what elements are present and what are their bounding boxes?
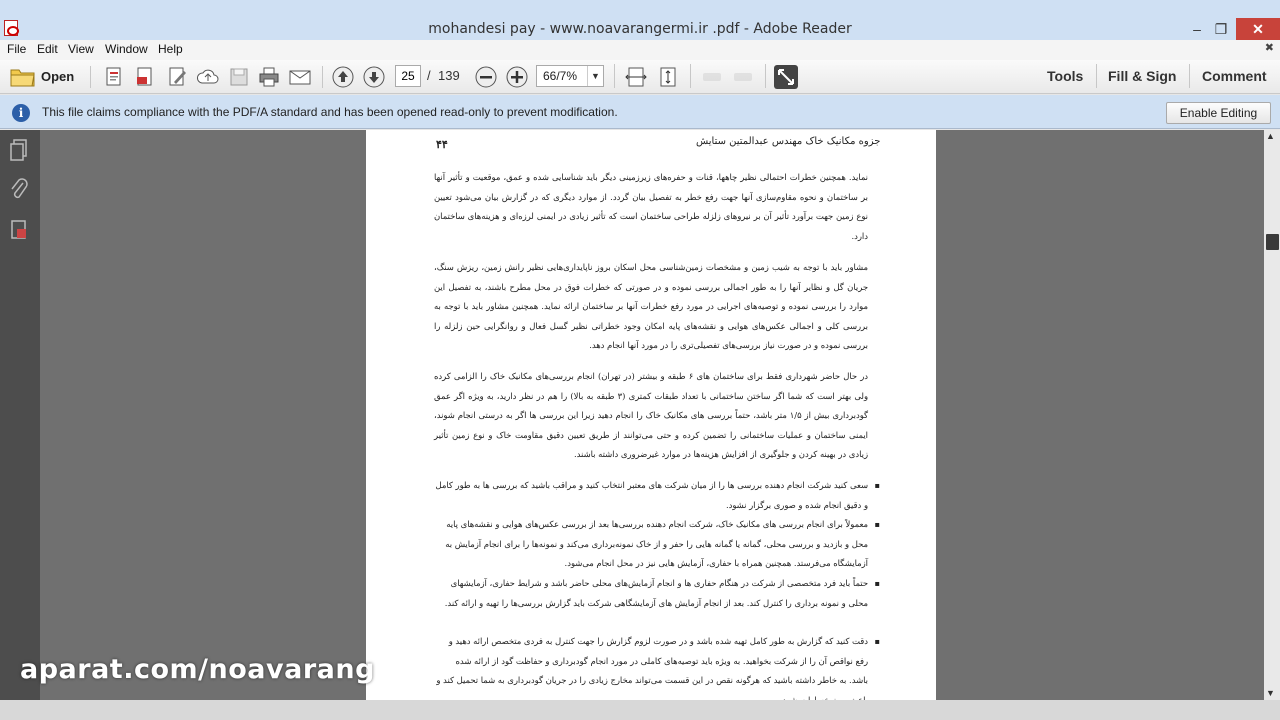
read-only-info-bar: i This file claims compliance with the P… [0,95,1280,129]
close-button[interactable]: ✕ [1236,18,1280,40]
info-icon: i [12,104,30,122]
enable-editing-button[interactable]: Enable Editing [1166,102,1271,124]
scrolling-mode-button[interactable] [624,65,648,89]
menu-help[interactable]: Help [158,42,183,56]
print-button[interactable] [257,65,281,89]
zoom-value: 66/7% [543,69,578,83]
info-message: This file claims compliance with the PDF… [42,105,618,119]
full-screen-button[interactable] [774,65,798,89]
scroll-down-arrow[interactable]: ▼ [1266,688,1275,698]
save-icon [230,68,248,86]
fit-page-icon [660,67,676,87]
open-label: Open [41,69,75,84]
toolbar-separator [690,64,691,88]
bullet-item: حتماً باید فرد متخصصی از شرکت در هنگام ح… [434,574,880,613]
arrow-up-circle-icon [332,66,354,88]
expand-icon [778,69,794,85]
page-number-input[interactable]: 25 [395,65,421,87]
minimize-button[interactable]: – [1186,18,1208,40]
window-title: mohandesi pay - www.noavarangermi.ir .pd… [428,21,852,37]
paperclip-icon [11,178,28,199]
cloud-upload-icon [196,69,219,84]
edit-pdf-button[interactable] [165,65,189,89]
paragraph: نماید. همچنین خطرات احتمالی نظیر چاهها، … [434,172,868,241]
chevron-down-icon[interactable]: ▼ [587,66,603,86]
menu-bar: File Edit View Window Help ✖ [0,40,1280,60]
stamp-icon [734,73,752,81]
toolbar-separator [1096,64,1097,88]
toolbar-separator [765,64,766,88]
pdf-page: جزوه مکانیک خاک مهندس عبدالمتین ستایش ۴۴… [366,130,936,700]
arrow-down-circle-icon [363,66,385,88]
navigation-pane [0,130,40,700]
menu-file[interactable]: File [7,42,26,56]
page-separator: / [427,68,431,83]
scroll-up-arrow[interactable]: ▲ [1266,131,1275,141]
envelope-icon [289,70,311,85]
zoom-out-button[interactable] [474,65,498,89]
scrollbar-thumb[interactable] [1266,234,1279,251]
document-view[interactable]: جزوه مکانیک خاک مهندس عبدالمتین ستایش ۴۴… [40,130,1264,700]
zoom-out-icon [475,66,497,88]
page-total: 139 [438,68,460,83]
edit-pdf-icon [169,67,186,86]
attachments-button[interactable] [8,178,30,202]
bottom-strip [0,700,1280,720]
bullet-item: دقت کنید که گزارش به طور کامل تهیه شده ب… [434,632,880,700]
email-button[interactable] [288,65,312,89]
zoom-in-icon [506,66,528,88]
vertical-scrollbar[interactable] [1264,130,1280,700]
close-document-icon[interactable]: ✖ [1265,41,1274,54]
maximize-button[interactable]: ❐ [1210,18,1232,40]
upload-cloud-button[interactable] [196,65,220,89]
page-header: جزوه مکانیک خاک مهندس عبدالمتین ستایش [696,136,881,147]
page-thumbnails-button[interactable] [8,138,30,162]
export-pdf-icon [137,67,152,86]
watermark-text: aparat.com/noavarang [20,654,375,685]
signatures-button[interactable] [8,218,30,242]
next-page-button[interactable] [362,65,386,89]
tools-pane-button[interactable]: Tools [1047,68,1083,84]
bullet-item: معمولاً برای انجام بررسی های مکانیک خاک،… [434,515,880,574]
signature-icon [11,220,26,239]
toolbar-separator [322,66,323,88]
menu-window[interactable]: Window [105,42,148,56]
paragraph: مشاور باید با توجه به شیب زمین و مشخصات … [434,262,868,350]
save-button[interactable] [227,65,251,89]
title-bar: mohandesi pay - www.noavarangermi.ir .pd… [0,0,1280,40]
printer-icon [259,67,279,87]
highlight-icon [703,73,721,81]
menu-edit[interactable]: Edit [37,42,58,56]
comment-disabled-button [731,65,755,89]
zoom-in-button[interactable] [505,65,529,89]
toolbar-separator [90,66,91,88]
create-pdf-icon [106,67,121,86]
toolbar-separator [614,64,615,88]
paragraph: در حال حاضر شهرداری فقط برای ساختمان های… [434,371,869,459]
pages-icon [10,139,27,161]
page-number-label: ۴۴ [436,139,448,151]
sign-disabled-button [700,65,724,89]
open-button[interactable]: Open [8,65,78,89]
zoom-level-select[interactable]: 66/7% ▼ [536,65,604,87]
fill-sign-pane-button[interactable]: Fill & Sign [1108,68,1176,84]
fit-page-button[interactable] [656,65,680,89]
previous-page-button[interactable] [331,65,355,89]
bullet-item: سعی کنید شرکت انجام دهنده بررسی ها را از… [434,476,880,515]
toolbar-separator [1189,64,1190,88]
menu-view[interactable]: View [68,42,94,56]
create-pdf-button[interactable] [102,65,126,89]
comment-pane-button[interactable]: Comment [1202,68,1267,84]
export-pdf-button[interactable] [133,65,157,89]
fit-width-icon [625,67,647,87]
folder-icon [10,69,35,87]
